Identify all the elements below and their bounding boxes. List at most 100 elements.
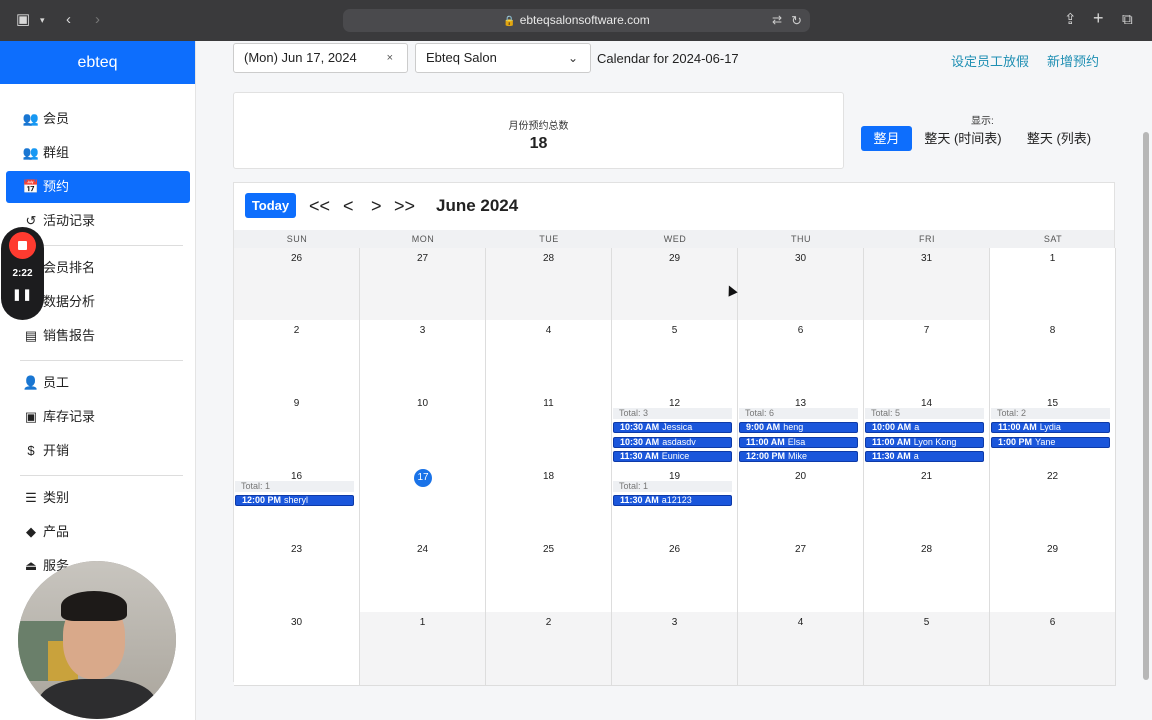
date-number[interactable]: 4 bbox=[738, 617, 863, 628]
date-number[interactable]: 6 bbox=[738, 325, 863, 336]
calendar-day-cell[interactable]: 30 bbox=[738, 248, 864, 321]
date-number[interactable]: 25 bbox=[486, 544, 611, 555]
view-day-list-button[interactable]: 整天 (列表) bbox=[1020, 126, 1098, 151]
date-number[interactable]: 3 bbox=[360, 325, 485, 336]
calendar-day-cell[interactable]: 9 bbox=[234, 393, 360, 467]
calendar-day-cell[interactable]: 28 bbox=[864, 539, 990, 613]
salon-select[interactable]: Ebteq Salon ⌄ bbox=[415, 43, 591, 73]
date-number[interactable]: 30 bbox=[234, 617, 359, 628]
today-button[interactable]: Today bbox=[245, 193, 296, 218]
calendar-day-cell[interactable]: 29 bbox=[612, 248, 738, 321]
date-number[interactable]: 26 bbox=[234, 253, 359, 264]
view-day-timeline-button[interactable]: 整天 (时间表) bbox=[920, 126, 1006, 151]
view-month-button[interactable]: 整月 bbox=[861, 126, 912, 151]
tabs-overview-icon[interactable]: ⧉ bbox=[1122, 10, 1133, 30]
calendar-day-cell[interactable]: 4 bbox=[738, 612, 864, 686]
appointment-event[interactable]: 11:30 AM Eunice bbox=[613, 451, 732, 462]
calendar-day-cell[interactable]: 23 bbox=[234, 539, 360, 613]
next-month-button[interactable]: > bbox=[371, 195, 382, 217]
date-number[interactable]: 7 bbox=[864, 325, 989, 336]
date-number[interactable]: 28 bbox=[864, 544, 989, 555]
date-number[interactable]: 29 bbox=[990, 544, 1115, 555]
sidebar-item-11[interactable]: ◆ 产品 bbox=[6, 516, 190, 548]
sidebar-item-1[interactable]: 👥 群组 bbox=[6, 137, 190, 169]
calendar-day-cell[interactable]: 8 bbox=[990, 320, 1116, 394]
calendar-day-cell[interactable]: 16 Total: 1 12:00 PM sheryl bbox=[234, 466, 360, 540]
calendar-day-cell[interactable]: 5 bbox=[864, 612, 990, 686]
calendar-day-cell[interactable]: 4 bbox=[486, 320, 612, 394]
appointment-event[interactable]: 10:00 AM a bbox=[865, 422, 984, 433]
calendar-day-cell[interactable]: 1 bbox=[360, 612, 486, 686]
reload-icon[interactable]: ↻ bbox=[791, 9, 802, 32]
calendar-day-cell[interactable]: 24 bbox=[360, 539, 486, 613]
calendar-day-cell[interactable]: 28 bbox=[486, 248, 612, 321]
calendar-day-cell[interactable]: 25 bbox=[486, 539, 612, 613]
clear-date-icon[interactable]: × bbox=[387, 44, 393, 72]
date-number[interactable]: 3 bbox=[612, 617, 737, 628]
appointment-event[interactable]: 12:00 PM sheryl bbox=[235, 495, 354, 506]
date-number[interactable]: 26 bbox=[612, 544, 737, 555]
today-date-number[interactable]: 17 bbox=[414, 469, 432, 487]
date-number[interactable]: 22 bbox=[990, 471, 1115, 482]
date-number[interactable]: 11 bbox=[486, 398, 611, 409]
calendar-day-cell[interactable]: 1 bbox=[990, 248, 1116, 321]
stop-recording-button[interactable] bbox=[9, 232, 36, 259]
date-number[interactable]: 23 bbox=[234, 544, 359, 555]
appointment-event[interactable]: 11:00 AM Elsa bbox=[739, 436, 858, 448]
appointment-event[interactable]: 11:30 AM a bbox=[865, 451, 984, 462]
sidebar-item-8[interactable]: ▣ 库存记录 bbox=[6, 401, 190, 433]
date-number[interactable]: 10 bbox=[360, 398, 485, 409]
date-number[interactable]: 1 bbox=[360, 617, 485, 628]
calendar-day-cell[interactable]: 3 bbox=[360, 320, 486, 394]
sidebar-item-9[interactable]: $ 开销 bbox=[6, 435, 190, 467]
calendar-day-cell[interactable]: 14 Total: 5 10:00 AM a 11:00 AM Lyon Kong 11:3… bbox=[864, 393, 990, 467]
date-number[interactable]: 5 bbox=[612, 325, 737, 336]
pause-icon[interactable]: ❚❚ bbox=[1, 288, 44, 301]
calendar-day-cell[interactable]: 19 Total: 1 11:30 AM a12123 bbox=[612, 466, 738, 540]
brand-logo[interactable]: ebteq bbox=[0, 41, 195, 84]
date-number[interactable]: 21 bbox=[864, 471, 989, 482]
page-scrollbar[interactable] bbox=[1143, 132, 1149, 680]
date-number[interactable]: 6 bbox=[990, 617, 1115, 628]
calendar-day-cell[interactable]: 5 bbox=[612, 320, 738, 394]
date-number[interactable]: 31 bbox=[864, 253, 989, 264]
date-number[interactable]: 1 bbox=[990, 253, 1115, 264]
date-number[interactable]: 9 bbox=[234, 398, 359, 409]
address-bar[interactable]: 🔒 ebteqsalonsoftware.com ⇄ ↻ bbox=[343, 9, 810, 32]
calendar-day-cell[interactable]: 6 bbox=[738, 320, 864, 394]
calendar-day-cell[interactable]: 2 bbox=[486, 612, 612, 686]
sidebar-toggle-icon[interactable]: ▣ bbox=[16, 10, 30, 30]
new-tab-icon[interactable]: + bbox=[1093, 8, 1104, 28]
new-booking-link[interactable]: 新增预约 bbox=[1047, 51, 1099, 70]
calendar-day-cell[interactable]: 27 bbox=[360, 248, 486, 321]
set-staff-leave-link[interactable]: 设定员工放假 bbox=[951, 51, 1029, 70]
date-number[interactable]: 8 bbox=[990, 325, 1115, 336]
date-picker-input[interactable]: (Mon) Jun 17, 2024 × bbox=[233, 43, 408, 73]
calendar-day-cell[interactable]: 20 bbox=[738, 466, 864, 540]
calendar-day-cell[interactable]: 2 bbox=[234, 320, 360, 394]
calendar-day-cell[interactable]: 12 Total: 3 10:30 AM Jessica 10:30 AM asdasdv… bbox=[612, 393, 738, 467]
translate-icon[interactable]: ⇄ bbox=[772, 9, 782, 32]
appointment-event[interactable]: 10:30 AM Jessica bbox=[613, 422, 732, 433]
calendar-day-cell[interactable]: 10 bbox=[360, 393, 486, 467]
sidebar-item-2[interactable]: 📅 预约 bbox=[6, 171, 190, 203]
calendar-day-cell[interactable]: 26 bbox=[612, 539, 738, 613]
appointment-event[interactable]: 11:00 AM Lydia bbox=[991, 422, 1110, 433]
date-number[interactable]: 24 bbox=[360, 544, 485, 555]
calendar-day-cell[interactable]: 29 bbox=[990, 539, 1116, 613]
sidebar-item-6[interactable]: ▤ 销售报告 bbox=[6, 320, 190, 352]
date-number[interactable]: 27 bbox=[360, 253, 485, 264]
sidebar-item-0[interactable]: 👥 会员 bbox=[6, 103, 190, 135]
prev-month-button[interactable]: < bbox=[343, 195, 354, 217]
date-number[interactable]: 29 bbox=[612, 253, 737, 264]
appointment-event[interactable]: 1:00 PM Yane bbox=[991, 436, 1110, 448]
date-number[interactable]: 28 bbox=[486, 253, 611, 264]
back-icon[interactable]: ‹ bbox=[66, 10, 71, 30]
sidebar-item-7[interactable]: 👤 员工 bbox=[6, 367, 190, 399]
calendar-day-cell[interactable]: 17 bbox=[360, 466, 486, 540]
chevron-down-icon[interactable]: ▾ bbox=[40, 10, 45, 30]
date-number[interactable]: 4 bbox=[486, 325, 611, 336]
calendar-day-cell[interactable]: 13 Total: 6 9:00 AM heng 11:00 AM Elsa 12:00 P… bbox=[738, 393, 864, 467]
sidebar-item-10[interactable]: ☰ 类别 bbox=[6, 482, 190, 514]
appointment-event[interactable]: 9:00 AM heng bbox=[739, 422, 858, 433]
